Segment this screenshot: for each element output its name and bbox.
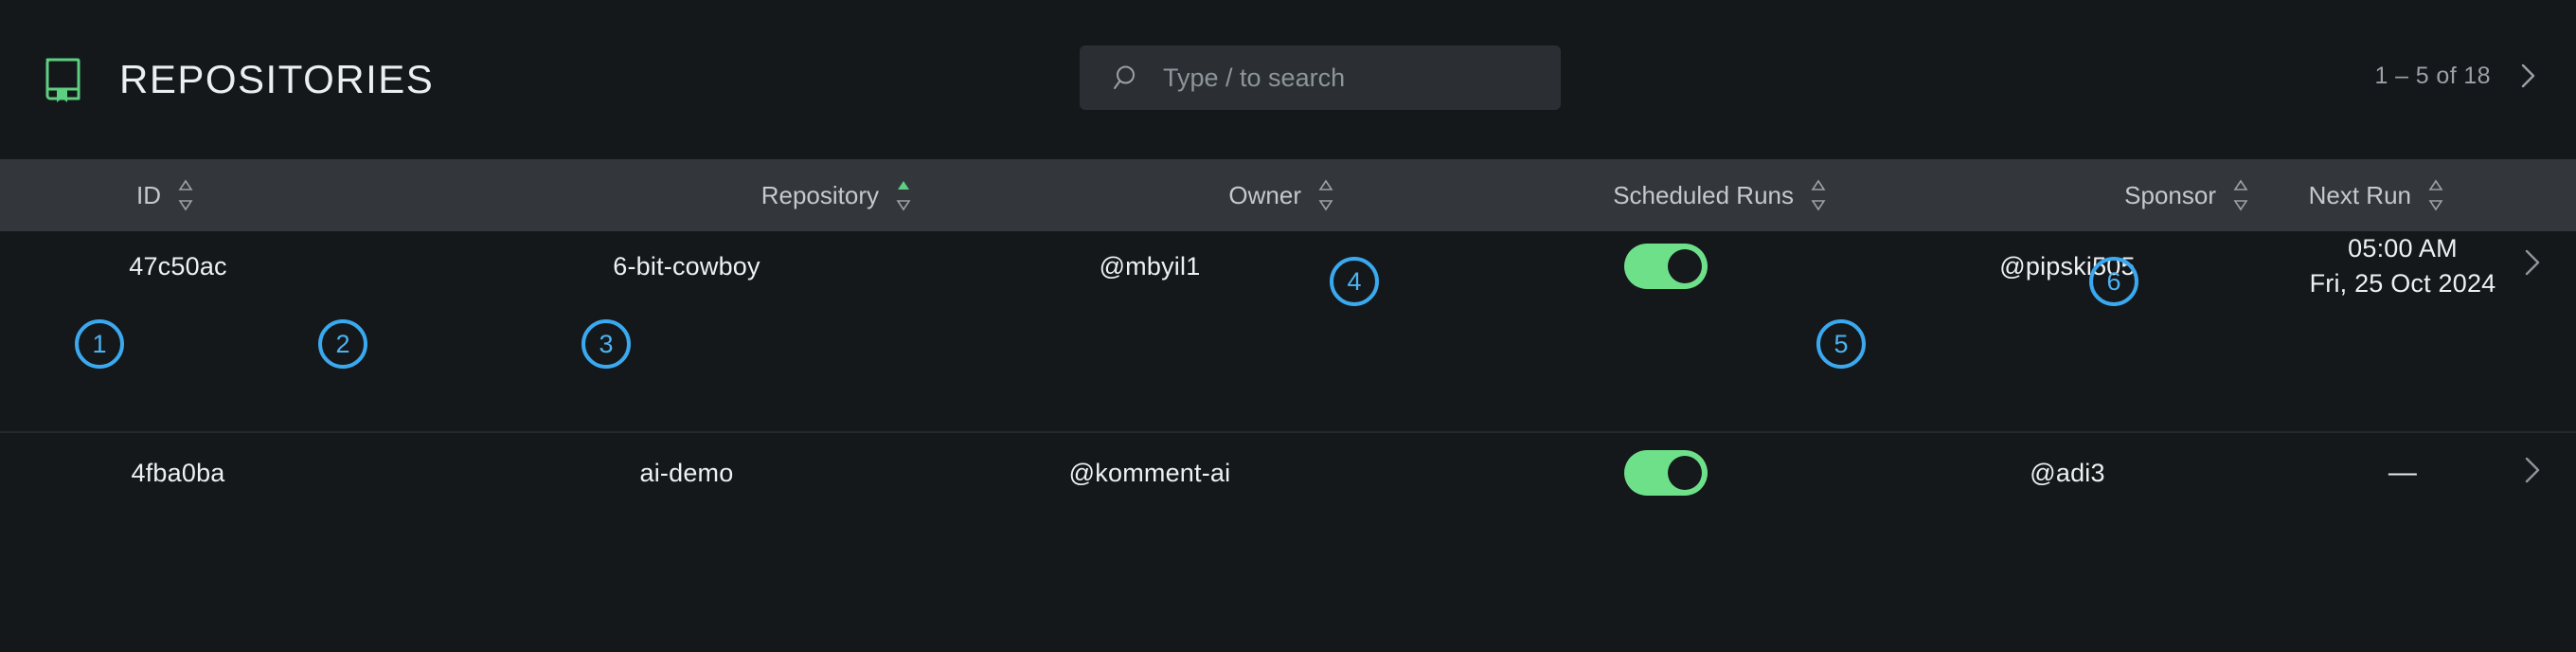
- sort-toggle-icon[interactable]: [2426, 174, 2445, 216]
- row-2-next-run-time: —: [2388, 457, 2418, 488]
- cell-id: 4fba0ba: [0, 433, 481, 631]
- column-header-owner[interactable]: Owner: [994, 159, 1440, 231]
- sort-toggle-icon[interactable]: [176, 174, 195, 216]
- cell-id: 47c50ac: [0, 231, 481, 431]
- row-2-open-chevron-right-icon[interactable]: [2515, 433, 2548, 652]
- column-header-scheduled-runs-label: Scheduled Runs: [1613, 180, 1794, 209]
- search-bar[interactable]: [1080, 45, 1561, 110]
- cell-sponsor: @pipski505: [1894, 231, 2311, 431]
- pagination: 1 – 5 of 18: [2374, 49, 2544, 102]
- row-1-sponsor-value: @pipski505: [1999, 251, 2136, 281]
- table-row[interactable]: 4fba0ba ai-demo @komment-ai @adi3 —: [0, 431, 2576, 631]
- row-1-open-chevron-right-icon[interactable]: [2515, 231, 2548, 446]
- cell-sponsor: @adi3: [1894, 433, 2311, 631]
- search-input[interactable]: [1163, 59, 1523, 97]
- table-header-row: ID Repository Owner Scheduled Runs Spons…: [0, 159, 2576, 231]
- column-header-id[interactable]: ID: [0, 159, 481, 231]
- row-2-owner-value: @komment-ai: [1068, 458, 1231, 487]
- toggle-knob: [1668, 456, 1702, 490]
- sort-toggle-icon[interactable]: [1316, 174, 1335, 216]
- row-2-id-value: 4fba0ba: [131, 458, 225, 487]
- top-bar: REPOSITORIES 1 – 5 of 18: [0, 0, 2576, 159]
- column-header-owner-label: Owner: [1228, 180, 1301, 209]
- column-header-sponsor[interactable]: Sponsor: [1894, 159, 2311, 231]
- row-1-next-run-date: Fri, 25 Oct 2024: [2309, 269, 2496, 298]
- column-header-next-run[interactable]: Next Run: [2308, 159, 2576, 231]
- sort-toggle-icon[interactable]: [1809, 174, 1828, 216]
- cell-owner: @komment-ai: [994, 433, 1440, 631]
- cell-owner: @mbyil1: [994, 231, 1440, 431]
- pagination-range: 1 – 5 of 18: [2374, 62, 2491, 89]
- pagination-next-icon[interactable]: [2512, 60, 2544, 92]
- repository-book-icon: [42, 55, 83, 104]
- column-header-sponsor-label: Sponsor: [2124, 180, 2216, 209]
- search-icon: [1112, 63, 1142, 93]
- row-2-scheduled-runs-toggle[interactable]: [1624, 450, 1708, 496]
- repositories-page: REPOSITORIES 1 – 5 of 18: [0, 0, 2576, 637]
- row-1-repository-value: 6-bit-cowboy: [613, 251, 760, 281]
- toggle-knob: [1668, 249, 1702, 283]
- row-2-sponsor-value: @adi3: [2030, 458, 2105, 487]
- table-row[interactable]: 47c50ac 6-bit-cowboy @mbyil1 @pipski505 …: [0, 231, 2576, 431]
- search-box[interactable]: [1080, 45, 1561, 110]
- table-body: 47c50ac 6-bit-cowboy @mbyil1 @pipski505 …: [0, 231, 2576, 631]
- sort-toggle-icon[interactable]: [2231, 174, 2250, 216]
- column-header-id-label: ID: [136, 180, 161, 209]
- column-header-scheduled-runs[interactable]: Scheduled Runs: [1440, 159, 1894, 231]
- sort-toggle-icon-active-asc[interactable]: [894, 174, 913, 216]
- cell-repository: ai-demo: [481, 433, 994, 631]
- column-header-repository[interactable]: Repository: [481, 159, 994, 231]
- column-header-repository-label: Repository: [760, 180, 879, 209]
- cell-scheduled-runs: [1440, 231, 1894, 431]
- row-1-next-run-time: 05:00 AM: [2348, 233, 2458, 263]
- page-title: REPOSITORIES: [119, 57, 435, 101]
- row-1-scheduled-runs-toggle[interactable]: [1624, 244, 1708, 289]
- row-1-owner-value: @mbyil1: [1099, 251, 1201, 281]
- row-2-repository-value: ai-demo: [639, 458, 734, 487]
- cell-scheduled-runs: [1440, 433, 1894, 631]
- brand: REPOSITORIES: [0, 55, 434, 104]
- column-header-next-run-label: Next Run: [2308, 180, 2411, 209]
- cell-repository: 6-bit-cowboy: [481, 231, 994, 431]
- row-1-id-value: 47c50ac: [129, 251, 227, 281]
